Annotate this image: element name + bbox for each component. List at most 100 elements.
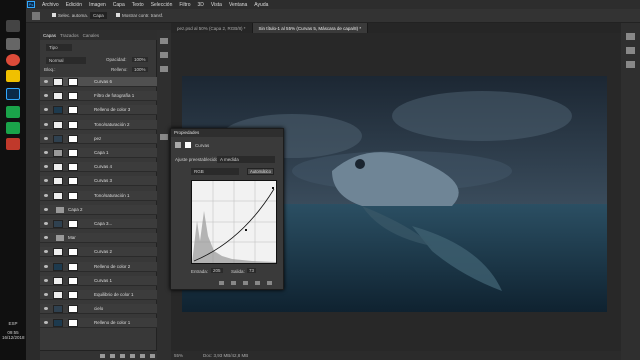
menu-ayuda[interactable]: Ayuda [254, 2, 268, 8]
layer-row[interactable]: Tono/saturación 1 [40, 190, 157, 201]
start-icon[interactable] [6, 20, 20, 32]
layer-row[interactable]: Capa 3... [40, 219, 157, 229]
menu-archivo[interactable]: Archivo [42, 2, 59, 8]
reset-icon[interactable] [243, 281, 248, 285]
output-field[interactable]: 73 [247, 268, 257, 273]
doc-tab-pez[interactable]: pez.psd al 50% (Capa 2, RGB/8) * [171, 23, 253, 33]
swatches-icon[interactable] [160, 66, 168, 72]
eye-icon[interactable] [44, 307, 48, 311]
eye-icon[interactable] [44, 165, 48, 169]
preset-dropdown[interactable]: A medida [217, 156, 275, 163]
menu-capa[interactable]: Capa [113, 2, 125, 8]
chrome-icon[interactable] [6, 54, 20, 66]
menu-ventana[interactable]: Ventana [229, 2, 247, 8]
layer-mask-icon[interactable] [68, 134, 78, 143]
layer-row[interactable]: Equilibrio de color 1 [40, 290, 157, 300]
layer-mask-icon[interactable] [68, 177, 78, 186]
layer-mask-icon[interactable] [68, 262, 78, 271]
trash-icon[interactable] [150, 354, 155, 358]
fx-icon[interactable] [110, 354, 115, 358]
layer-row[interactable]: Curvas 6 [40, 77, 157, 87]
delete-icon[interactable] [267, 281, 272, 285]
layer-row[interactable]: cielo [40, 304, 157, 315]
opacity-input[interactable]: 100% [132, 57, 148, 62]
eye-icon[interactable] [44, 222, 48, 225]
fill-input[interactable]: 100% [132, 67, 148, 72]
color-icon[interactable] [160, 52, 168, 58]
layer-row[interactable]: Capa 2 [40, 204, 157, 215]
layer-row[interactable]: Mar [40, 233, 157, 244]
tab-canales[interactable]: Canales [83, 33, 100, 38]
layer-row[interactable]: Tono/saturación 2 [40, 119, 157, 130]
curve-endpoint[interactable] [272, 187, 274, 189]
visibility-icon[interactable] [255, 281, 260, 285]
input-field[interactable]: 205 [211, 268, 223, 273]
menu-edicion[interactable]: Edición [66, 2, 82, 8]
menu-vista[interactable]: Vista [211, 2, 222, 8]
layer-mask-icon[interactable] [68, 78, 78, 86]
layer-row[interactable]: Curvas 3 [40, 176, 157, 187]
layer-row[interactable]: Relleno de color 2 [40, 261, 157, 272]
doc-tab-sin-titulo[interactable]: Sin título-1 al 55% (Curvas 5, Máscara d… [252, 23, 369, 33]
eye-icon[interactable] [44, 321, 48, 325]
layer-mask-icon[interactable] [68, 92, 78, 101]
layer-mask-icon[interactable] [68, 191, 78, 200]
character-icon[interactable] [626, 61, 635, 68]
properties-icon[interactable] [160, 134, 168, 140]
brushes-icon[interactable] [626, 47, 635, 54]
layer-mask-icon[interactable] [68, 305, 78, 314]
layer-mask-icon[interactable] [68, 291, 78, 299]
eye-icon[interactable] [44, 264, 48, 268]
layer-row[interactable]: Curvas 1 [40, 275, 157, 286]
layer-mask-icon[interactable] [68, 149, 78, 157]
blend-mode-dropdown[interactable]: Normal [46, 57, 86, 64]
curves-graph[interactable] [191, 180, 277, 264]
new-layer-icon[interactable] [140, 354, 145, 358]
app-green2-icon[interactable] [6, 122, 20, 134]
auto-select-dropdown[interactable]: Capa [90, 12, 107, 19]
eye-icon[interactable] [44, 80, 48, 83]
link-layers-icon[interactable] [100, 354, 105, 358]
layer-row[interactable]: Relleno de color 1 [40, 318, 157, 329]
app-red-icon[interactable] [6, 138, 20, 150]
tab-capas[interactable]: Capas [43, 33, 56, 38]
system-clock[interactable]: ESP 09:55 16/12/2018 [2, 321, 25, 340]
auto-button[interactable]: Automático [247, 168, 274, 175]
curve-point[interactable] [245, 229, 247, 231]
menu-3d[interactable]: 3D [198, 2, 204, 8]
photoshop-icon[interactable] [6, 88, 20, 100]
eye-icon[interactable] [44, 94, 48, 98]
layer-row[interactable]: Curvas 4 [40, 162, 157, 173]
eye-icon[interactable] [44, 108, 48, 112]
eye-icon[interactable] [44, 193, 48, 197]
auto-select-checkbox[interactable] [52, 13, 56, 17]
channel-dropdown[interactable]: RGB [191, 168, 239, 175]
eye-icon[interactable] [44, 151, 48, 154]
menu-texto[interactable]: Texto [132, 2, 144, 8]
layer-mask-icon[interactable] [68, 120, 78, 129]
layer-mask-icon[interactable] [68, 106, 78, 115]
tab-trazados[interactable]: Trazados [60, 33, 79, 38]
layer-row[interactable]: Relleno de color 3 [40, 105, 157, 116]
history-icon[interactable] [160, 38, 168, 44]
eye-icon[interactable] [44, 293, 48, 296]
mask-icon[interactable] [185, 142, 191, 148]
folder-icon[interactable] [6, 70, 20, 82]
eye-icon[interactable] [44, 236, 48, 240]
layer-row[interactable]: Filtro de fotografía 1 [40, 91, 157, 102]
menu-imagen[interactable]: Imagen [89, 2, 106, 8]
menu-filtro[interactable]: Filtro [179, 2, 190, 8]
layer-mask-icon[interactable] [68, 319, 78, 328]
layer-row[interactable]: Curvas 2 [40, 247, 157, 258]
layer-mask-icon[interactable] [68, 220, 78, 228]
eye-icon[interactable] [44, 179, 48, 183]
eye-icon[interactable] [44, 136, 48, 140]
zoom-level[interactable]: 55% [174, 353, 183, 358]
clip-icon[interactable] [219, 281, 224, 285]
layer-row[interactable]: pez [40, 133, 157, 144]
eye-icon[interactable] [44, 122, 48, 126]
menu-seleccion[interactable]: Selección [151, 2, 173, 8]
new-adjustment-icon[interactable] [130, 354, 135, 358]
app-green-icon[interactable] [6, 106, 20, 118]
layer-mask-icon[interactable] [68, 248, 78, 257]
